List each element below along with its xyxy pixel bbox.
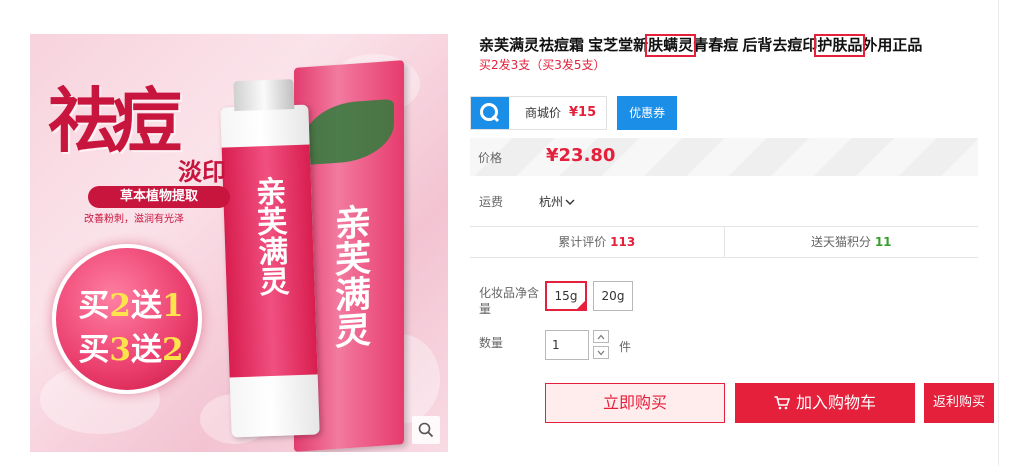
tube-cap xyxy=(233,79,295,112)
tube-brand-text: 亲芙满灵 xyxy=(249,175,289,297)
quantity-label: 数量 xyxy=(479,336,504,350)
shipping-city: 杭州 xyxy=(539,195,564,209)
mall-price-label: 商城价 xyxy=(525,106,562,120)
size-label: 化妆品净含量 xyxy=(479,286,540,316)
herbal-tagline: 改善粉刺，滋润有光泽 xyxy=(84,214,184,225)
chevron-down-icon xyxy=(565,199,575,205)
chevron-down-icon xyxy=(597,350,605,355)
zoom-icon[interactable] xyxy=(412,416,440,444)
leaf-graphic xyxy=(304,98,394,166)
shipping-label: 运费 xyxy=(479,195,504,209)
add-to-cart-label: 加入购物车 xyxy=(795,393,876,412)
review-count-stat[interactable]: 累计评价 113 xyxy=(470,227,725,257)
size-option-15g[interactable]: 15g xyxy=(545,281,587,311)
shipping-city-dropdown[interactable]: 杭州 xyxy=(539,193,575,210)
mall-price-row: 商城价 ¥15 优惠券 xyxy=(470,96,678,130)
price-label: 价格 xyxy=(478,151,503,165)
add-to-cart-button[interactable]: 加入购物车 xyxy=(735,383,915,423)
chevron-up-icon xyxy=(597,334,605,339)
highlighted-term-1: 肤螨灵 xyxy=(645,34,697,57)
mall-price-value: ¥15 xyxy=(569,105,597,120)
stats-bar: 累计评价 113 送天猫积分 11 xyxy=(470,226,978,258)
promo-subtitle: 买2发3支（买3发5支） xyxy=(479,58,606,72)
price-panel: 价格 ¥23.80 xyxy=(470,138,978,176)
quantity-input[interactable]: 1 xyxy=(545,330,589,360)
quantity-increase-button[interactable] xyxy=(593,330,609,343)
quantity-decrease-button[interactable] xyxy=(593,346,609,359)
coupon-button[interactable]: 优惠券 xyxy=(617,96,678,130)
image-subheadline: 淡印 xyxy=(178,157,226,186)
promo-badge: 买2送1 买3送2 xyxy=(52,244,202,394)
size-option-20g[interactable]: 20g xyxy=(593,281,633,311)
price-value: ¥23.80 xyxy=(546,145,616,166)
mall-price-box: 商城价 ¥15 xyxy=(470,96,608,130)
product-tube: 亲芙满灵 xyxy=(220,79,320,438)
product-title: 亲芙满灵祛痘霜 宝芝堂新肤螨灵青春痘 后背去痘印护肤品外用正品 xyxy=(479,34,923,57)
selected-tick-icon xyxy=(576,300,586,310)
rebate-buy-button[interactable]: 返利购买 xyxy=(924,383,994,423)
mall-logo-icon xyxy=(471,97,509,129)
highlighted-term-2: 护肤品 xyxy=(814,34,866,57)
box-brand-text: 亲芙满灵 xyxy=(329,202,371,350)
cart-icon xyxy=(774,396,790,410)
image-headline: 祛痘 xyxy=(48,79,182,162)
promo-line-1: 买2送1 xyxy=(78,288,184,324)
herbal-badge: 草本植物提取 xyxy=(88,186,230,208)
buy-now-button[interactable]: 立即购买 xyxy=(545,383,725,423)
promo-line-2: 买3送2 xyxy=(78,332,184,368)
page-divider xyxy=(998,0,999,466)
product-image[interactable]: 亲芙满灵 亲芙满灵 祛痘 淡印 草本植物提取 改善粉刺，滋润有光泽 买2送1 买… xyxy=(30,34,448,452)
tmall-points-stat: 送天猫积分 11 xyxy=(810,235,892,249)
quantity-unit: 件 xyxy=(619,340,632,354)
